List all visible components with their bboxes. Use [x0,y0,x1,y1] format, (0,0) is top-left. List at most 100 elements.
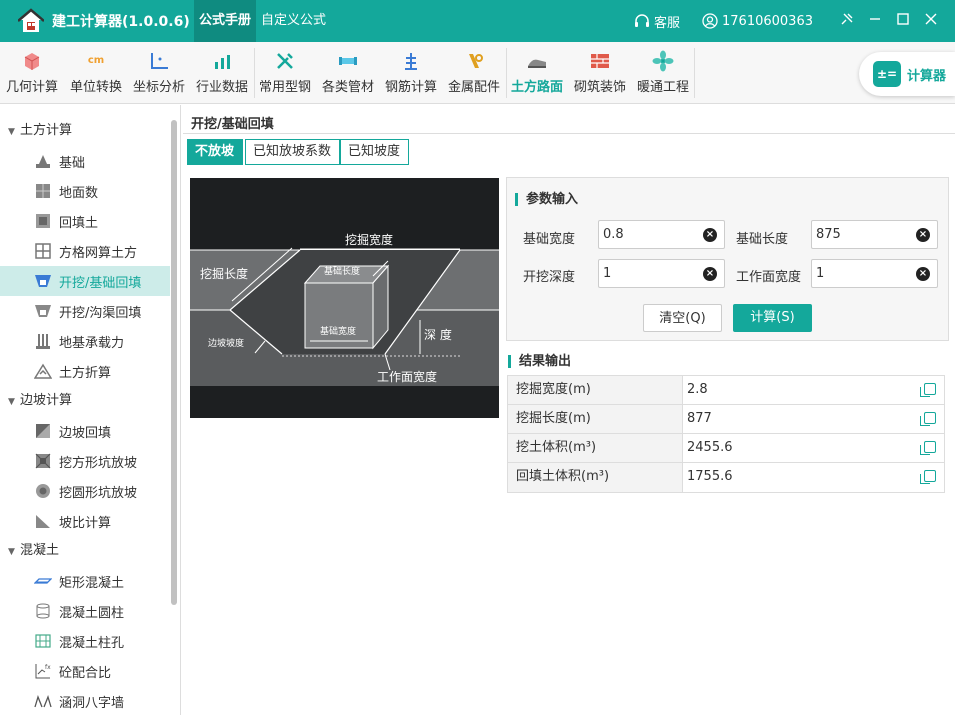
close-icon[interactable] [919,12,943,30]
user-account-button[interactable]: 17610600363 [702,13,813,29]
tool-earthwork[interactable]: 土方路面 [508,42,566,104]
sidebar-item-rect-concrete[interactable]: 矩形混凝土 [0,566,170,596]
calculate-button[interactable]: 计算(S) [733,304,812,332]
sidebar-group-earthwork[interactable]: ▼ 土方计算 [0,116,180,146]
rebar-icon [400,50,422,72]
copy-icon[interactable] [920,470,936,484]
sidebar-item-label: 开挖/沟渠回填 [59,305,142,321]
results-title: 结果输出 [508,355,571,368]
pin-icon[interactable] [835,12,859,30]
clear-input-icon[interactable]: × [703,228,717,242]
tool-industry-data[interactable]: 行业数据 [192,42,252,104]
tool-metal-parts[interactable]: 金属配件 [444,42,504,104]
sidebar-item-excavation-trench-backfill[interactable]: 开挖/沟渠回填 [0,296,170,326]
sidebar-item-backfill[interactable]: 回填土 [0,206,170,236]
tool-masonry[interactable]: 砌筑装饰 [570,42,630,104]
sidebar-item-ground-count[interactable]: 地面数 [0,176,170,206]
collapse-arrow-icon: ▼ [8,127,15,137]
backfill-icon [34,212,52,230]
field-label: 基础宽度 [523,232,576,247]
customer-service-button[interactable]: 客服 [634,12,680,31]
work-width-input[interactable]: 1 × [811,259,938,288]
sidebar-item-label: 混凝土柱孔 [59,635,125,651]
sidebar-group-concrete[interactable]: ▼ 混凝土 [0,536,180,566]
main-content: 开挖/基础回填 不放坡 已知放坡系数 已知坡度 挖掘宽度 挖掘长度 基础长度 基… [183,105,955,715]
sidebar-item-label: 边坡回填 [59,425,112,441]
copy-icon[interactable] [920,412,936,426]
collapse-arrow-icon: ▼ [8,547,15,557]
tab-custom-formula[interactable]: 自定义公式 [256,0,331,42]
sidebar-item-label: 混凝土圆柱 [59,605,125,621]
calculator-label: 计算器 [907,68,947,84]
sidebar-item-excavation-foundation-backfill[interactable]: 开挖/基础回填 [0,266,170,296]
results-table: 挖掘宽度(m) 2.8 挖掘长度(m) 877 挖土体积(m³) 2455.6 回填土… [507,375,945,493]
result-value: 2.8 [687,382,708,397]
sidebar-item-foundation[interactable]: 基础 [0,146,170,176]
clear-input-icon[interactable]: × [703,267,717,281]
sidebar-item-culvert-wall[interactable]: 涵洞八字墙 [0,686,170,715]
sidebar-item-label: 地基承载力 [59,335,125,351]
label-base-length: 基础长度 [324,265,360,277]
clear-input-icon[interactable]: × [916,267,930,281]
table-row: 回填土体积(m³) 1755.6 [508,463,944,492]
toolbar-divider [694,48,695,98]
sidebar-item-label: 基础 [59,155,86,171]
sidebar-item-label: 砼配合比 [59,665,112,681]
base-length-input[interactable]: 875 × [811,220,938,249]
tool-hvac[interactable]: 暖通工程 [633,42,693,104]
culvert-icon [34,692,52,710]
tool-geometry[interactable]: 几何计算 [3,42,61,104]
sidebar-item-slope-backfill[interactable]: 边坡回填 [0,416,170,446]
sidebar-group-slope[interactable]: ▼ 边坡计算 [0,386,180,416]
tool-label: 几何计算 [5,80,58,95]
sidebar-item-square-pit-slope[interactable]: 挖方形坑放坡 [0,446,170,476]
brick-icon [589,50,611,72]
minimize-icon[interactable] [863,12,887,30]
group-label: 混凝土 [20,543,60,558]
excavation-depth-input[interactable]: 1 × [598,259,725,288]
sidebar-item-slope-ratio[interactable]: 坡比计算 [0,506,170,536]
maximize-icon[interactable] [891,12,915,30]
sidebar-scrollbar[interactable] [171,120,177,605]
sidebar-item-concrete-cylinder[interactable]: 混凝土圆柱 [0,596,170,626]
result-value: 2455.6 [687,440,733,455]
tool-rebar[interactable]: 钢筋计算 [382,42,440,104]
grid-fill-icon [34,182,52,200]
sidebar-item-mix-ratio[interactable]: fx 砼配合比 [0,656,170,686]
params-title: 参数输入 [515,193,578,206]
toolbar-divider [254,48,255,98]
mode-known-slope[interactable]: 已知坡度 [340,139,409,165]
calculator-button[interactable]: ±= 计算器 [859,52,955,96]
clear-input-icon[interactable]: × [916,228,930,242]
tool-pipes[interactable]: 各类管材 [318,42,378,104]
tool-steel-sections[interactable]: 常用型钢 [256,42,314,104]
copy-icon[interactable] [920,441,936,455]
copy-icon[interactable] [920,383,936,397]
result-label: 回填土体积(m³) [508,463,683,492]
mode-no-slope[interactable]: 不放坡 [187,139,243,165]
sidebar-item-bearing-capacity[interactable]: 地基承载力 [0,326,170,356]
table-row: 挖掘宽度(m) 2.8 [508,376,944,405]
headset-icon [635,14,649,27]
sidebar-item-earth-conversion[interactable]: 土方折算 [0,356,170,386]
sidebar-item-round-pit-slope[interactable]: 挖圆形坑放坡 [0,476,170,506]
tool-label: 土方路面 [510,80,563,95]
sidebar-item-label: 土方折算 [59,365,112,381]
label-slope: 边坡坡度 [208,337,244,349]
divider [183,133,955,134]
tool-unit-convert[interactable]: cm 单位转换 [66,42,126,104]
base-width-input[interactable]: 0.8 × [598,220,725,249]
sidebar-item-concrete-column-hole[interactable]: 混凝土柱孔 [0,626,170,656]
mode-known-slope-coefficient[interactable]: 已知放坡系数 [245,139,340,165]
tool-label: 暖通工程 [636,80,689,95]
clear-button[interactable]: 清空(Q) [643,304,722,332]
slope-ratio-icon [34,512,52,530]
tool-coordinate[interactable]: 坐标分析 [130,42,188,104]
sidebar-item-label: 地面数 [59,185,99,201]
field-label: 开挖深度 [523,270,576,285]
input-value: 1 [816,266,825,281]
sidebar-item-label: 挖方形坑放坡 [59,455,138,471]
tab-formula-manual[interactable]: 公式手册 [194,0,257,42]
sidebar-item-grid-earthwork[interactable]: 方格网算土方 [0,236,170,266]
group-label: 边坡计算 [20,393,73,408]
